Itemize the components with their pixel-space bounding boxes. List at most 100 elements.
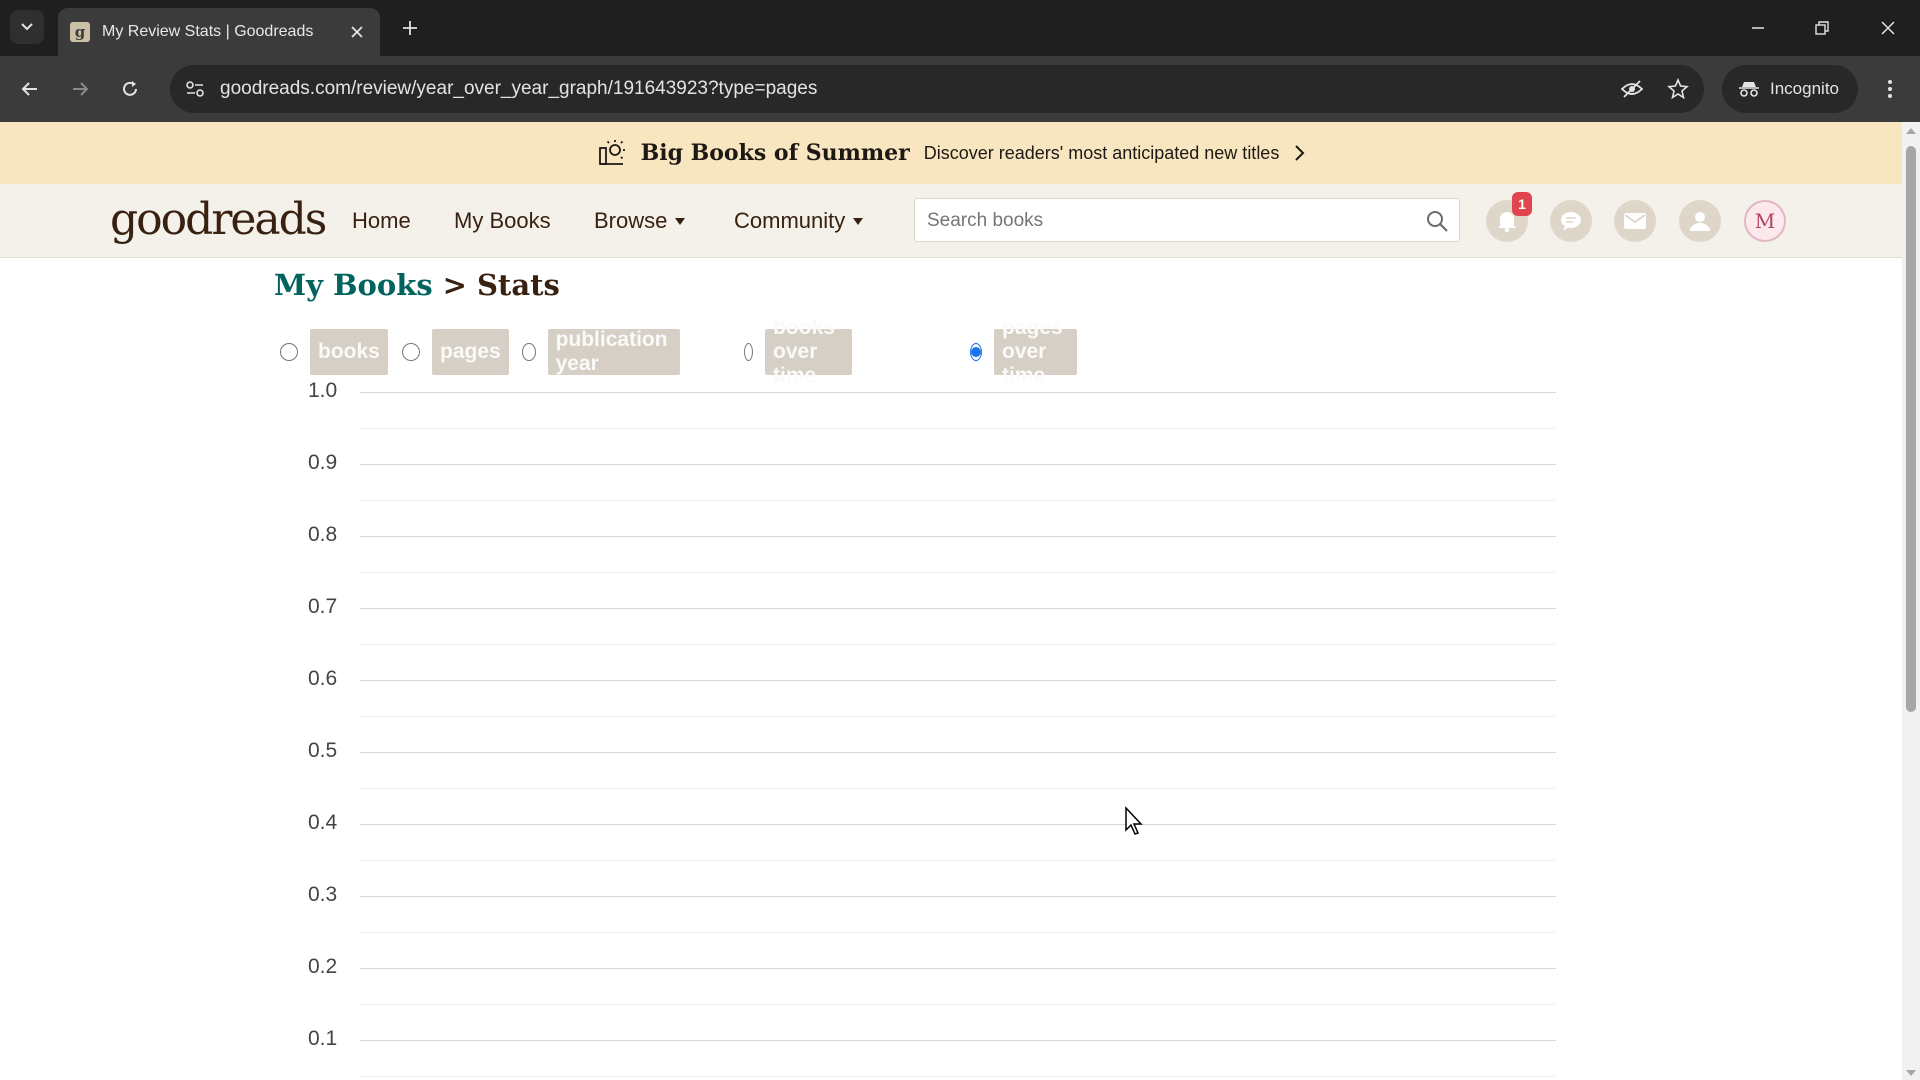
chevron-down-icon xyxy=(21,23,33,31)
radio-books-over-time[interactable] xyxy=(744,343,754,361)
y-gridline xyxy=(360,536,1556,537)
y-minor-gridline xyxy=(360,932,1556,933)
notification-badge: 1 xyxy=(1512,192,1532,216)
y-gridline xyxy=(360,968,1556,969)
option-pages-over-time[interactable]: pages over time xyxy=(970,316,1077,387)
option-label: publication year xyxy=(547,328,680,375)
dropdown-caret-icon xyxy=(675,217,686,225)
y-gridline xyxy=(360,896,1556,897)
y-gridline xyxy=(360,680,1556,681)
y-tick-label: 0.3 xyxy=(308,883,338,906)
search-box xyxy=(914,198,1460,242)
y-tick-label: 0.7 xyxy=(308,595,338,618)
y-gridline xyxy=(360,752,1556,753)
discussions-button[interactable] xyxy=(1550,200,1592,242)
option-label: books xyxy=(310,329,388,375)
y-gridline xyxy=(360,392,1556,393)
address-bar[interactable]: goodreads.com/review/year_over_year_grap… xyxy=(170,65,1704,113)
radio-pages[interactable] xyxy=(402,343,420,361)
y-minor-gridline xyxy=(360,788,1556,789)
back-arrow-icon[interactable] xyxy=(14,73,46,105)
site-info-icon[interactable] xyxy=(180,74,210,104)
reload-icon[interactable] xyxy=(114,73,146,105)
y-gridline xyxy=(360,824,1556,825)
people-icon xyxy=(1690,212,1710,231)
restore-icon[interactable] xyxy=(1806,12,1838,44)
y-minor-gridline xyxy=(360,1076,1556,1077)
pages-over-time-chart: 1.0 0.9 0.8 0.7 0.6 0.5 0.4 0.3 0.2 0.1 xyxy=(280,379,1580,1080)
option-books-over-time[interactable]: books over time xyxy=(744,316,852,387)
nav-my-books[interactable]: My Books xyxy=(454,208,551,234)
notifications-button[interactable]: 1 xyxy=(1486,192,1532,242)
goodreads-favicon-icon: g xyxy=(70,22,90,42)
goodreads-logo[interactable]: goodreads xyxy=(110,194,327,245)
y-tick-label: 0.2 xyxy=(308,955,338,978)
y-tick-label: 0.5 xyxy=(308,739,338,762)
y-minor-gridline xyxy=(360,500,1556,501)
y-minor-gridline xyxy=(360,716,1556,717)
incognito-indicator[interactable]: Incognito xyxy=(1722,65,1858,113)
browser-tab-bar: g My Review Stats | Goodreads xyxy=(0,0,1920,56)
nav-browse[interactable]: Browse xyxy=(594,208,686,234)
nav-home[interactable]: Home xyxy=(352,208,411,234)
y-minor-gridline xyxy=(360,572,1556,573)
more-menu-icon[interactable] xyxy=(1876,73,1904,105)
y-tick-label: 0.1 xyxy=(308,1027,338,1050)
minimize-icon[interactable] xyxy=(1742,12,1774,44)
page-title: Stats xyxy=(476,268,560,302)
forward-arrow-icon[interactable] xyxy=(64,73,96,105)
page-scrollbar[interactable] xyxy=(1902,122,1920,1080)
radio-publication-year[interactable] xyxy=(522,343,536,361)
messages-button[interactable] xyxy=(1614,200,1656,242)
bookmark-star-icon[interactable] xyxy=(1664,75,1692,103)
envelope-icon xyxy=(1624,213,1646,229)
option-label: pages over time xyxy=(994,316,1077,387)
nav-community[interactable]: Community xyxy=(734,208,864,234)
tab-close-icon[interactable] xyxy=(346,21,368,43)
option-books[interactable]: books xyxy=(280,328,388,376)
y-tick-label: 0.8 xyxy=(308,523,338,546)
tab-title: My Review Stats | Goodreads xyxy=(102,23,314,40)
promo-banner[interactable]: Big Books of Summer Discover readers' mo… xyxy=(0,122,1902,184)
search-input[interactable] xyxy=(927,207,1397,235)
y-minor-gridline xyxy=(360,644,1556,645)
scroll-up-arrow-icon[interactable] xyxy=(1906,128,1916,134)
search-icon[interactable] xyxy=(1423,207,1451,235)
chat-bubble-icon xyxy=(1561,212,1581,231)
incognito-label: Incognito xyxy=(1770,79,1839,98)
option-publication-year[interactable]: publication year xyxy=(522,328,680,376)
y-gridline xyxy=(360,608,1556,609)
radio-pages-over-time[interactable] xyxy=(970,343,982,361)
option-pages[interactable]: pages xyxy=(402,328,509,376)
option-label: books over time xyxy=(765,316,852,387)
radio-books[interactable] xyxy=(280,343,298,361)
breadcrumb-separator: > xyxy=(442,268,467,302)
page-viewport: Big Books of Summer Discover readers' mo… xyxy=(0,122,1902,1080)
y-gridline xyxy=(360,1040,1556,1041)
promo-text: Discover readers' most anticipated new t… xyxy=(923,142,1280,163)
y-tick-label: 0.4 xyxy=(308,811,338,834)
option-label: pages xyxy=(432,329,509,375)
scroll-down-arrow-icon[interactable] xyxy=(1906,1070,1916,1076)
eye-off-icon[interactable] xyxy=(1618,75,1646,103)
scroll-thumb[interactable] xyxy=(1906,146,1916,712)
browser-tab-active[interactable]: g My Review Stats | Goodreads xyxy=(58,8,380,56)
new-tab-plus-icon[interactable] xyxy=(396,14,424,42)
y-minor-gridline xyxy=(360,428,1556,429)
y-tick-label: 0.6 xyxy=(308,667,338,690)
friends-button[interactable] xyxy=(1679,200,1721,242)
y-tick-label: 0.9 xyxy=(308,451,338,474)
sun-book-icon xyxy=(598,140,625,165)
y-tick-label: 1.0 xyxy=(308,379,338,402)
tab-search-button[interactable] xyxy=(10,10,44,44)
mouse-cursor-icon xyxy=(1125,806,1143,835)
dropdown-caret-icon xyxy=(853,217,864,225)
user-avatar[interactable]: M xyxy=(1744,200,1786,242)
site-header: goodreads Home My Books Browse Community… xyxy=(0,184,1902,258)
breadcrumb-my-books-link[interactable]: My Books xyxy=(274,268,433,302)
incognito-icon xyxy=(1739,82,1759,97)
url-text: goodreads.com/review/year_over_year_grap… xyxy=(220,78,818,99)
close-window-icon[interactable] xyxy=(1872,12,1904,44)
y-minor-gridline xyxy=(360,1004,1556,1005)
breadcrumb: My Books > Stats xyxy=(274,268,560,302)
